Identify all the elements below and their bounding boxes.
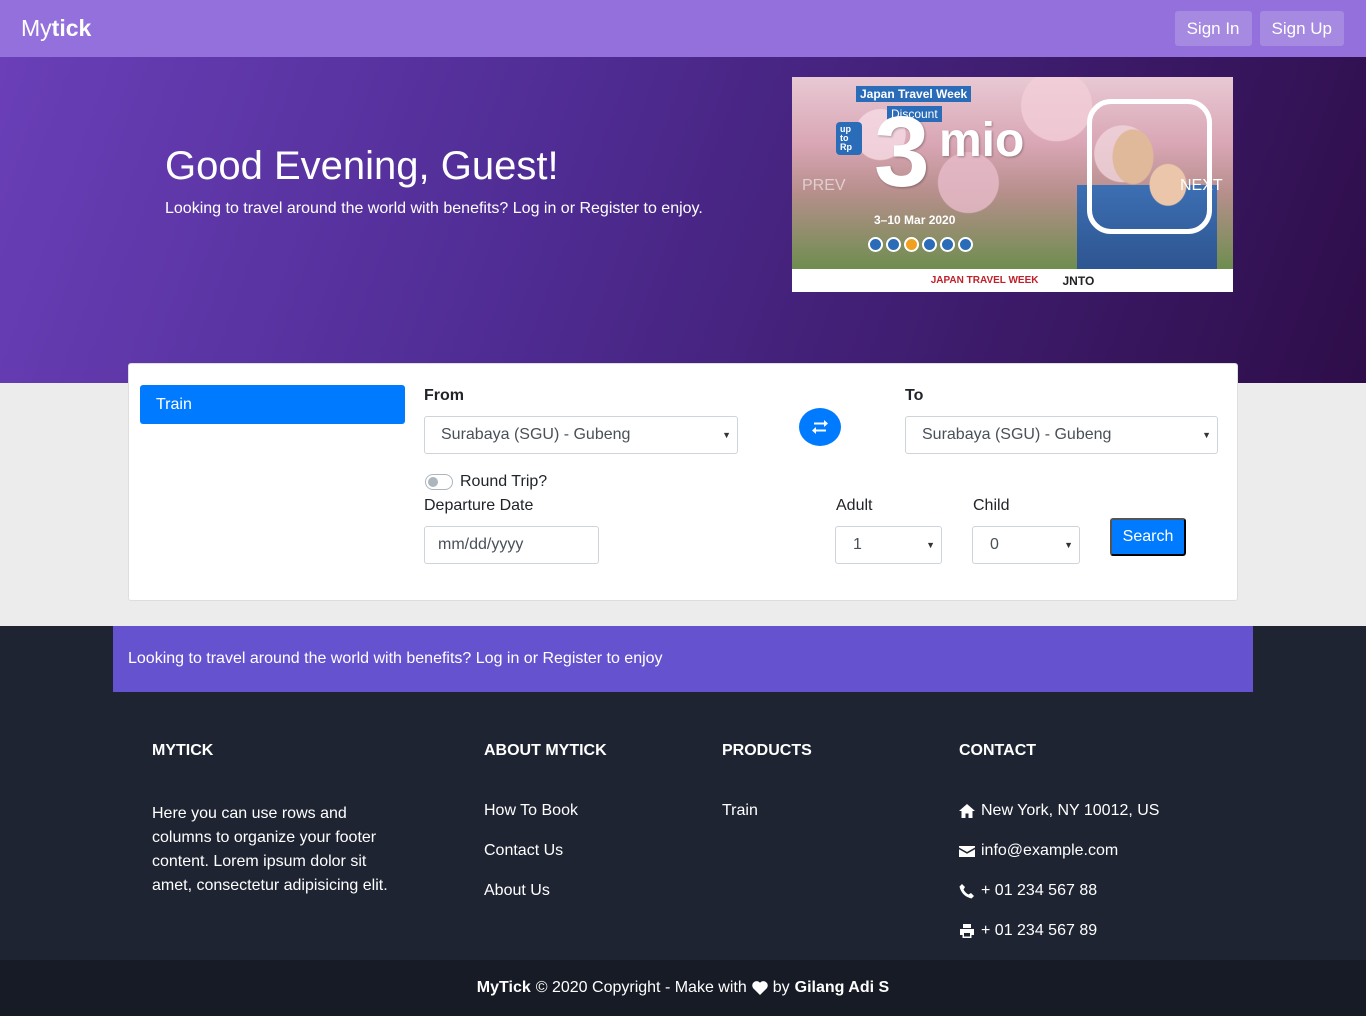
nav-buttons: Sign In Sign Up: [1174, 11, 1344, 46]
chevron-down-icon: ▼: [926, 540, 935, 550]
contact-fax: + 01 234 567 89: [959, 922, 1097, 940]
tab-train[interactable]: Train: [140, 385, 405, 424]
hero-title: Good Evening, Guest!: [165, 144, 559, 188]
chevron-down-icon: ▼: [1202, 430, 1211, 440]
from-select[interactable]: Surabaya (SGU) - Gubeng ▼: [424, 416, 738, 454]
footer-link-about-us[interactable]: About Us: [484, 882, 550, 900]
home-icon: [959, 804, 975, 818]
chevron-down-icon: ▼: [722, 430, 731, 440]
brand-suffix: tick: [51, 15, 92, 41]
banner-icons: [868, 237, 973, 252]
footer-description: Here you can use rows and columns to org…: [152, 805, 388, 894]
contact-phone-text: + 01 234 567 88: [981, 882, 1098, 899]
carousel-next-button[interactable]: NEXT: [1180, 177, 1223, 195]
contact-phone: + 01 234 567 88: [959, 882, 1097, 900]
adult-label: Adult: [836, 497, 873, 514]
plane-icon: [868, 237, 883, 252]
jnto-logo: JNTO: [1062, 273, 1095, 288]
ticket-icon: [940, 237, 955, 252]
copyright-text: © 2020 Copyright - Make with: [535, 979, 747, 996]
carousel-prev-button[interactable]: PREV: [802, 177, 846, 195]
chevron-down-icon: ▼: [1064, 540, 1073, 550]
adult-select[interactable]: 1 ▼: [835, 526, 942, 564]
departure-date-label: Departure Date: [424, 497, 534, 514]
phone-icon: [959, 884, 974, 899]
adult-select-value: 1: [853, 536, 862, 553]
banner-unit: mio: [939, 114, 1025, 167]
child-select[interactable]: 0 ▼: [972, 526, 1080, 564]
copyright-author: Gilang Adi S: [794, 979, 890, 996]
copyright-bar: MyTick © 2020 Copyright - Make with by G…: [0, 960, 1366, 1016]
hero-subtitle: Looking to travel around the world with …: [165, 200, 703, 217]
banner-upto: up to Rp: [836, 122, 862, 155]
copyright-by: by: [772, 979, 790, 996]
swap-stations-button[interactable]: [799, 408, 841, 446]
search-button[interactable]: Search: [1110, 518, 1186, 556]
japan-travel-week-logo: JAPAN TRAVEL WEEK: [930, 275, 1039, 286]
from-select-value: Surabaya (SGU) - Gubeng: [441, 426, 631, 443]
brand-logo[interactable]: Mytick: [21, 15, 91, 42]
brand-prefix: My: [21, 15, 52, 41]
card-icon: [958, 237, 973, 252]
to-label: To: [905, 387, 924, 404]
footer-link-contact-us[interactable]: Contact Us: [484, 842, 563, 860]
heart-icon: [752, 981, 768, 995]
promo-banner: Looking to travel around the world with …: [113, 626, 1253, 692]
train-icon: [922, 237, 937, 252]
photo-frame: [1087, 99, 1212, 234]
envelope-icon: [959, 846, 975, 857]
footer-title-products: PRODUCTS: [722, 742, 812, 759]
to-select-value: Surabaya (SGU) - Gubeng: [922, 426, 1112, 443]
round-trip-toggle[interactable]: [425, 474, 453, 490]
banner-dates: 3–10 Mar 2020: [874, 213, 956, 227]
footer-title-mytick: MYTICK: [152, 742, 214, 759]
footer-link-train[interactable]: Train: [722, 802, 758, 820]
contact-email-text: info@example.com: [981, 842, 1119, 859]
promo-carousel: Japan Travel Week Discount up to Rp 3 mi…: [792, 77, 1233, 292]
hotel-icon: [886, 237, 901, 252]
from-label: From: [424, 387, 464, 404]
round-trip-label[interactable]: Round Trip?: [460, 473, 547, 491]
sign-up-button[interactable]: Sign Up: [1259, 11, 1344, 46]
departure-date-placeholder: mm/dd/yyyy: [438, 536, 524, 553]
toggle-knob: [428, 477, 438, 487]
footer-link-how-to-book[interactable]: How To Book: [484, 802, 578, 820]
navbar: Mytick Sign In Sign Up: [0, 0, 1366, 57]
contact-address: New York, NY 10012, US: [959, 802, 1159, 820]
search-card: Train From Surabaya (SGU) - Gubeng ▼ To …: [128, 363, 1238, 601]
departure-date-input[interactable]: mm/dd/yyyy: [424, 526, 599, 564]
food-icon: [904, 237, 919, 252]
footer-title-about: ABOUT MYTICK: [484, 742, 607, 759]
printer-icon: [960, 924, 974, 938]
copyright-brand: MyTick: [476, 979, 531, 996]
to-select[interactable]: Surabaya (SGU) - Gubeng ▼: [905, 416, 1218, 454]
banner-amount: 3: [874, 96, 930, 208]
swap-arrows-icon: [812, 420, 828, 434]
footer-title-contact: CONTACT: [959, 742, 1037, 759]
contact-address-text: New York, NY 10012, US: [981, 802, 1160, 819]
child-select-value: 0: [990, 536, 999, 553]
contact-fax-text: + 01 234 567 89: [981, 922, 1098, 939]
footer: Looking to travel around the world with …: [0, 626, 1366, 960]
sign-in-button[interactable]: Sign In: [1174, 11, 1252, 46]
carousel-slide-image[interactable]: Japan Travel Week Discount up to Rp 3 mi…: [792, 77, 1233, 269]
banner-logos: JAPAN TRAVEL WEEK JNTO: [792, 269, 1233, 292]
child-label: Child: [973, 497, 1010, 514]
contact-email: info@example.com: [959, 842, 1118, 860]
